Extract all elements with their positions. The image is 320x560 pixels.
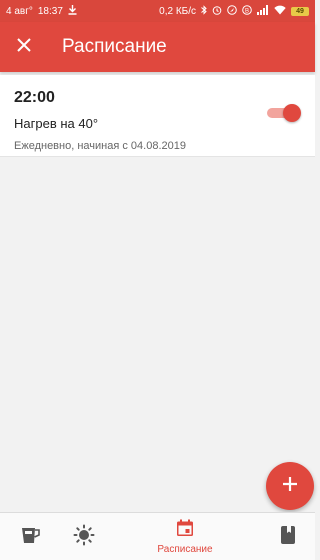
nav-item-schedule[interactable]: Расписание [145,513,225,560]
app-bar: Расписание [0,22,315,72]
alarm-icon [212,5,222,18]
nav-item-kettle[interactable] [10,513,50,560]
brightness-icon [73,524,95,551]
signal-icon [257,4,269,18]
status-date: 4 авг° [6,5,33,17]
schedule-toggle[interactable] [267,104,301,122]
nav-label-schedule: Расписание [157,544,213,555]
network-speed: 0,2 КБ/с [159,5,196,17]
close-icon [16,37,32,58]
schedule-name: Нагрев на 40° [14,116,99,131]
schedule-item[interactable]: 22:00 Нагрев на 40° Ежедневно, начиная с… [0,75,315,157]
data-saver-icon: B [242,4,252,18]
download-icon [68,4,77,18]
schedule-time: 22:00 [14,89,55,106]
plus-icon [281,475,299,498]
calendar-icon [176,519,194,542]
status-time: 18:37 [37,5,63,17]
kettle-icon [19,525,41,550]
bluetooth-icon [201,4,207,18]
location-icon [227,4,237,18]
status-left: 4 авг° 18:37 [6,4,77,18]
status-right: 0,2 КБ/с B 49 [159,4,309,18]
schedule-description: Ежедневно, начиная с 04.08.2019 [14,140,186,152]
toggle-thumb [283,104,301,122]
page-title: Расписание [62,36,167,57]
book-icon [280,525,296,550]
bottom-navigation: Расписание [0,512,315,560]
add-schedule-button[interactable] [266,462,314,510]
wifi-icon [274,5,286,18]
svg-text:B: B [245,8,249,14]
nav-item-book[interactable] [268,513,308,560]
battery-indicator: 49 [291,6,309,16]
nav-item-brightness[interactable] [64,513,104,560]
close-button[interactable] [0,22,48,72]
status-bar: 4 авг° 18:37 0,2 КБ/с B 49 [0,0,315,22]
